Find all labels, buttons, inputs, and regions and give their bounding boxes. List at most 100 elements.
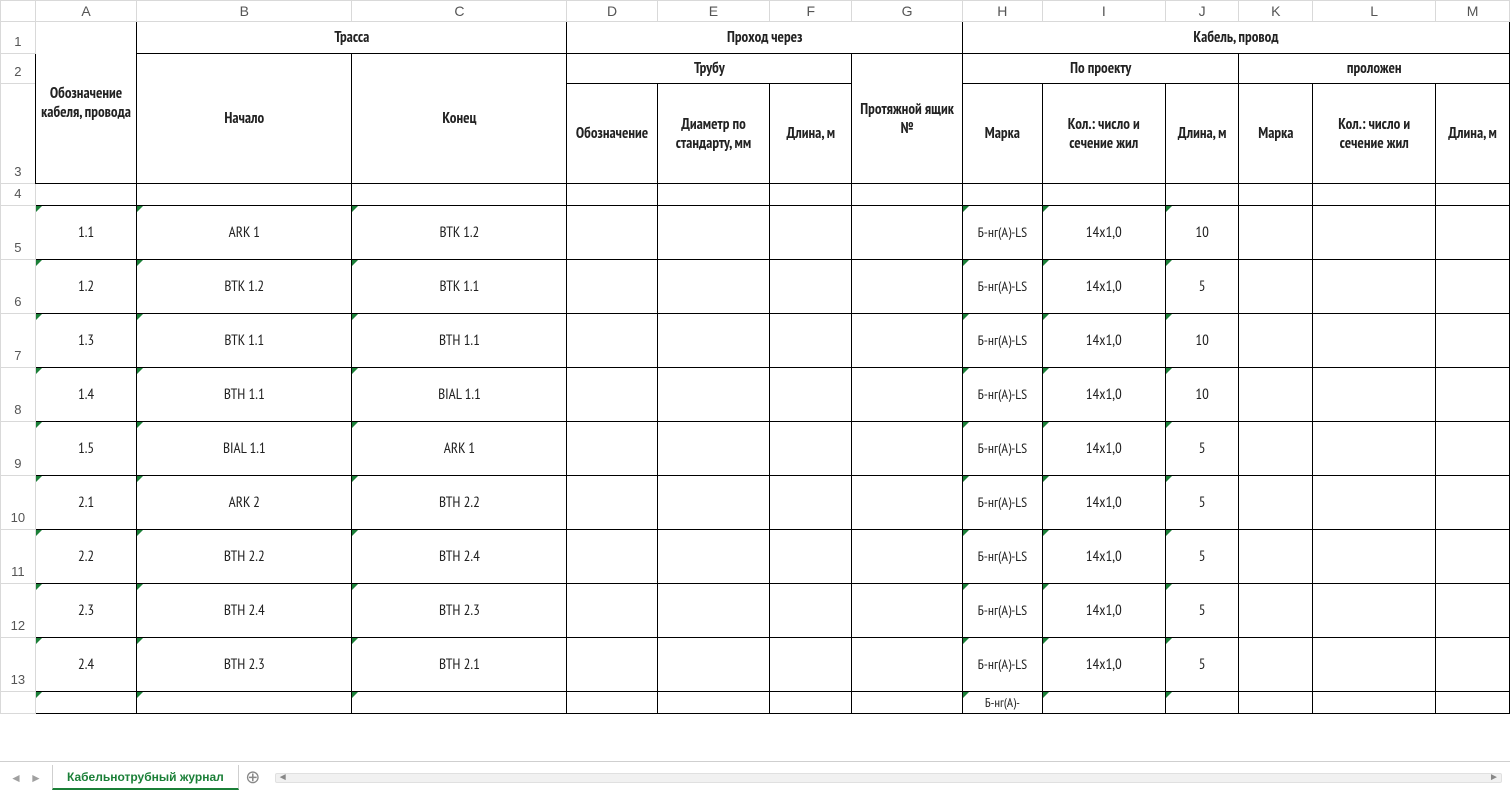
sheet-tab-active[interactable]: Кабельнотрубный журнал (52, 765, 239, 790)
cell[interactable] (657, 692, 770, 714)
row-header[interactable] (1, 692, 36, 714)
cell-end[interactable]: BIAL 1.1 (352, 368, 567, 422)
col-header[interactable]: A (35, 1, 136, 22)
cell[interactable] (137, 184, 352, 206)
cell[interactable]: Б-нг(А)- (962, 692, 1042, 714)
row-header[interactable]: 2 (1, 54, 36, 84)
cell[interactable] (1239, 584, 1313, 638)
hdr-route[interactable]: Трасса (137, 22, 567, 54)
cell[interactable] (770, 692, 852, 714)
cell[interactable] (657, 638, 770, 692)
cell[interactable] (657, 476, 770, 530)
cell-start[interactable]: BIAL 1.1 (137, 422, 352, 476)
cell[interactable] (657, 206, 770, 260)
cell[interactable] (852, 584, 963, 638)
col-header[interactable]: H (962, 1, 1042, 22)
cell-start[interactable]: BTK 1.1 (137, 314, 352, 368)
cell[interactable] (852, 368, 963, 422)
cell[interactable] (567, 638, 657, 692)
cell-brand[interactable]: Б-нг(А)-LS (962, 638, 1042, 692)
cell-length[interactable]: 10 (1165, 368, 1239, 422)
cell[interactable] (770, 260, 852, 314)
cell[interactable] (1313, 638, 1436, 692)
cell-length[interactable]: 10 (1165, 206, 1239, 260)
cell[interactable] (1436, 422, 1510, 476)
cell[interactable] (1239, 184, 1313, 206)
cell-count-section[interactable]: 14х1,0 (1042, 314, 1165, 368)
cell[interactable] (567, 314, 657, 368)
cell[interactable] (852, 638, 963, 692)
cell-count-section[interactable]: 14х1,0 (1042, 530, 1165, 584)
cell[interactable] (852, 184, 963, 206)
cell-id[interactable]: 2.2 (35, 530, 136, 584)
cell-id[interactable]: 2.4 (35, 638, 136, 692)
col-header[interactable]: E (657, 1, 770, 22)
hdr-brand-1[interactable]: Марка (962, 84, 1042, 184)
cell-count-section[interactable]: 14х1,0 (1042, 260, 1165, 314)
cell[interactable] (137, 692, 352, 714)
cell-start[interactable]: ARK 1 (137, 206, 352, 260)
cell-brand[interactable]: Б-нг(А)-LS (962, 206, 1042, 260)
cell-id[interactable]: 1.4 (35, 368, 136, 422)
col-header[interactable]: K (1239, 1, 1313, 22)
hdr-end[interactable]: Конец (352, 54, 567, 184)
cell[interactable] (567, 530, 657, 584)
col-header[interactable]: G (852, 1, 963, 22)
hdr-length-1[interactable]: Длина, м (1165, 84, 1239, 184)
cell[interactable] (1165, 692, 1239, 714)
cell[interactable] (770, 530, 852, 584)
cell-length[interactable]: 5 (1165, 584, 1239, 638)
cell[interactable] (567, 476, 657, 530)
cell-count-section[interactable]: 14х1,0 (1042, 584, 1165, 638)
cell-count-section[interactable]: 14х1,0 (1042, 476, 1165, 530)
cell[interactable] (1239, 638, 1313, 692)
cell[interactable] (352, 692, 567, 714)
cell[interactable] (1239, 422, 1313, 476)
cell[interactable] (770, 184, 852, 206)
tab-nav-next-icon[interactable]: ► (28, 769, 44, 787)
row-header[interactable]: 9 (1, 422, 36, 476)
cell-id[interactable]: 2.3 (35, 584, 136, 638)
grid-area[interactable]: A B C D E F G H I J K L M 1 Обозначение … (0, 0, 1510, 761)
row-header[interactable]: 12 (1, 584, 36, 638)
hdr-by-project[interactable]: По проекту (962, 54, 1239, 84)
col-header[interactable]: L (1313, 1, 1436, 22)
cell[interactable] (1313, 692, 1436, 714)
cell-length[interactable]: 5 (1165, 638, 1239, 692)
cell-length[interactable]: 5 (1165, 476, 1239, 530)
cell[interactable] (657, 584, 770, 638)
cell[interactable] (567, 584, 657, 638)
col-header[interactable]: I (1042, 1, 1165, 22)
cell-brand[interactable]: Б-нг(А)-LS (962, 314, 1042, 368)
cell[interactable] (1313, 530, 1436, 584)
col-header[interactable]: F (770, 1, 852, 22)
select-all-corner[interactable] (1, 1, 36, 22)
row-header[interactable]: 4 (1, 184, 36, 206)
cell-brand[interactable]: Б-нг(А)-LS (962, 530, 1042, 584)
hdr-pipe-designation[interactable]: Обозначение (567, 84, 657, 184)
cell-count-section[interactable]: 14х1,0 (1042, 206, 1165, 260)
cell[interactable] (1313, 206, 1436, 260)
hdr-brand-2[interactable]: Марка (1239, 84, 1313, 184)
cell[interactable] (35, 184, 136, 206)
hdr-pipe-diameter[interactable]: Диаметр по стандарту, мм (657, 84, 770, 184)
cell[interactable] (852, 314, 963, 368)
row-header[interactable]: 5 (1, 206, 36, 260)
hdr-pipe[interactable]: Трубу (567, 54, 852, 84)
horizontal-scrollbar[interactable]: ◄ ► (275, 770, 1502, 786)
cell[interactable] (1436, 638, 1510, 692)
scroll-left-icon[interactable]: ◄ (277, 772, 289, 784)
cell[interactable] (657, 184, 770, 206)
cell[interactable] (1239, 530, 1313, 584)
cell-end[interactable]: ARK 1 (352, 422, 567, 476)
new-sheet-button[interactable]: ⊕ (239, 764, 267, 792)
cell-end[interactable]: BTH 2.3 (352, 584, 567, 638)
cell[interactable] (1239, 476, 1313, 530)
cell[interactable] (770, 638, 852, 692)
cell[interactable] (1239, 692, 1313, 714)
cell-end[interactable]: BTH 2.4 (352, 530, 567, 584)
cell[interactable] (770, 476, 852, 530)
cell[interactable] (852, 530, 963, 584)
cell[interactable] (770, 206, 852, 260)
col-header[interactable]: D (567, 1, 657, 22)
